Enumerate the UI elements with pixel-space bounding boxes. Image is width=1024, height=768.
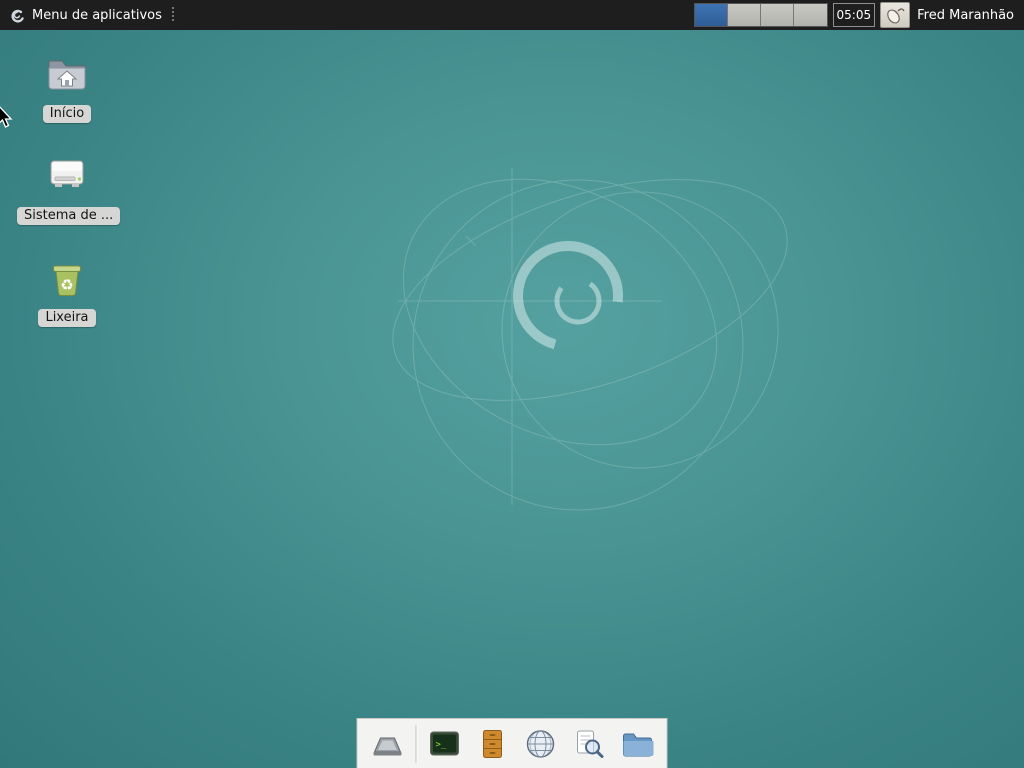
filesystem-drive-icon [43, 150, 91, 198]
menu-logo-icon [8, 6, 26, 24]
panel-grip-handle[interactable] [170, 7, 176, 23]
clock-time: 05:05 [837, 8, 872, 22]
file-manager-icon [620, 727, 654, 761]
workspace-switcher [694, 3, 828, 27]
home-folder-icon [43, 48, 91, 96]
desktop-icon-label: Lixeira [38, 309, 95, 327]
applications-menu-button[interactable]: Menu de aplicativos [4, 0, 184, 30]
mouse-icon [884, 5, 906, 25]
bottom-dock: >_ [357, 718, 668, 768]
trash-icon: ♻ [43, 252, 91, 300]
desktop-screen: Menu de aplicativos 05:05 Fred [0, 0, 1024, 768]
panel-right-group: 05:05 Fred Maranhão [694, 0, 1020, 30]
file-manager-launcher[interactable] [617, 724, 657, 764]
desktop-icon-trash[interactable]: ♻ Lixeira [17, 252, 117, 327]
top-panel: Menu de aplicativos 05:05 Fred [0, 0, 1024, 30]
workspace-1[interactable] [695, 4, 728, 26]
mouse-applet[interactable] [880, 2, 910, 28]
svg-text:>_: >_ [436, 740, 447, 750]
terminal-launcher[interactable]: >_ [425, 724, 465, 764]
applications-menu-label: Menu de aplicativos [32, 8, 162, 23]
debian-swirl-wallpaper [0, 0, 1024, 768]
show-desktop-icon [371, 727, 405, 761]
desktop-icon-home[interactable]: Início [17, 48, 117, 123]
mouse-cursor [0, 104, 15, 130]
desktop-icon-filesystem[interactable]: Sistema de ... [17, 150, 117, 225]
application-finder-icon [572, 727, 606, 761]
file-cabinet-launcher[interactable] [473, 724, 513, 764]
web-browser-icon [524, 727, 558, 761]
file-cabinet-icon [476, 727, 510, 761]
workspace-4[interactable] [794, 4, 827, 26]
user-menu[interactable]: Fred Maranhão [915, 8, 1020, 23]
show-desktop-button[interactable] [368, 724, 408, 764]
svg-text:♻: ♻ [60, 276, 73, 294]
workspace-3[interactable] [761, 4, 794, 26]
web-browser-launcher[interactable] [521, 724, 561, 764]
desktop-icon-label: Início [43, 105, 91, 123]
terminal-icon: >_ [428, 727, 462, 761]
clock[interactable]: 05:05 [833, 3, 876, 27]
workspace-2[interactable] [728, 4, 761, 26]
application-finder-launcher[interactable] [569, 724, 609, 764]
dock-separator [416, 725, 417, 763]
desktop-icon-label: Sistema de ... [17, 207, 120, 225]
